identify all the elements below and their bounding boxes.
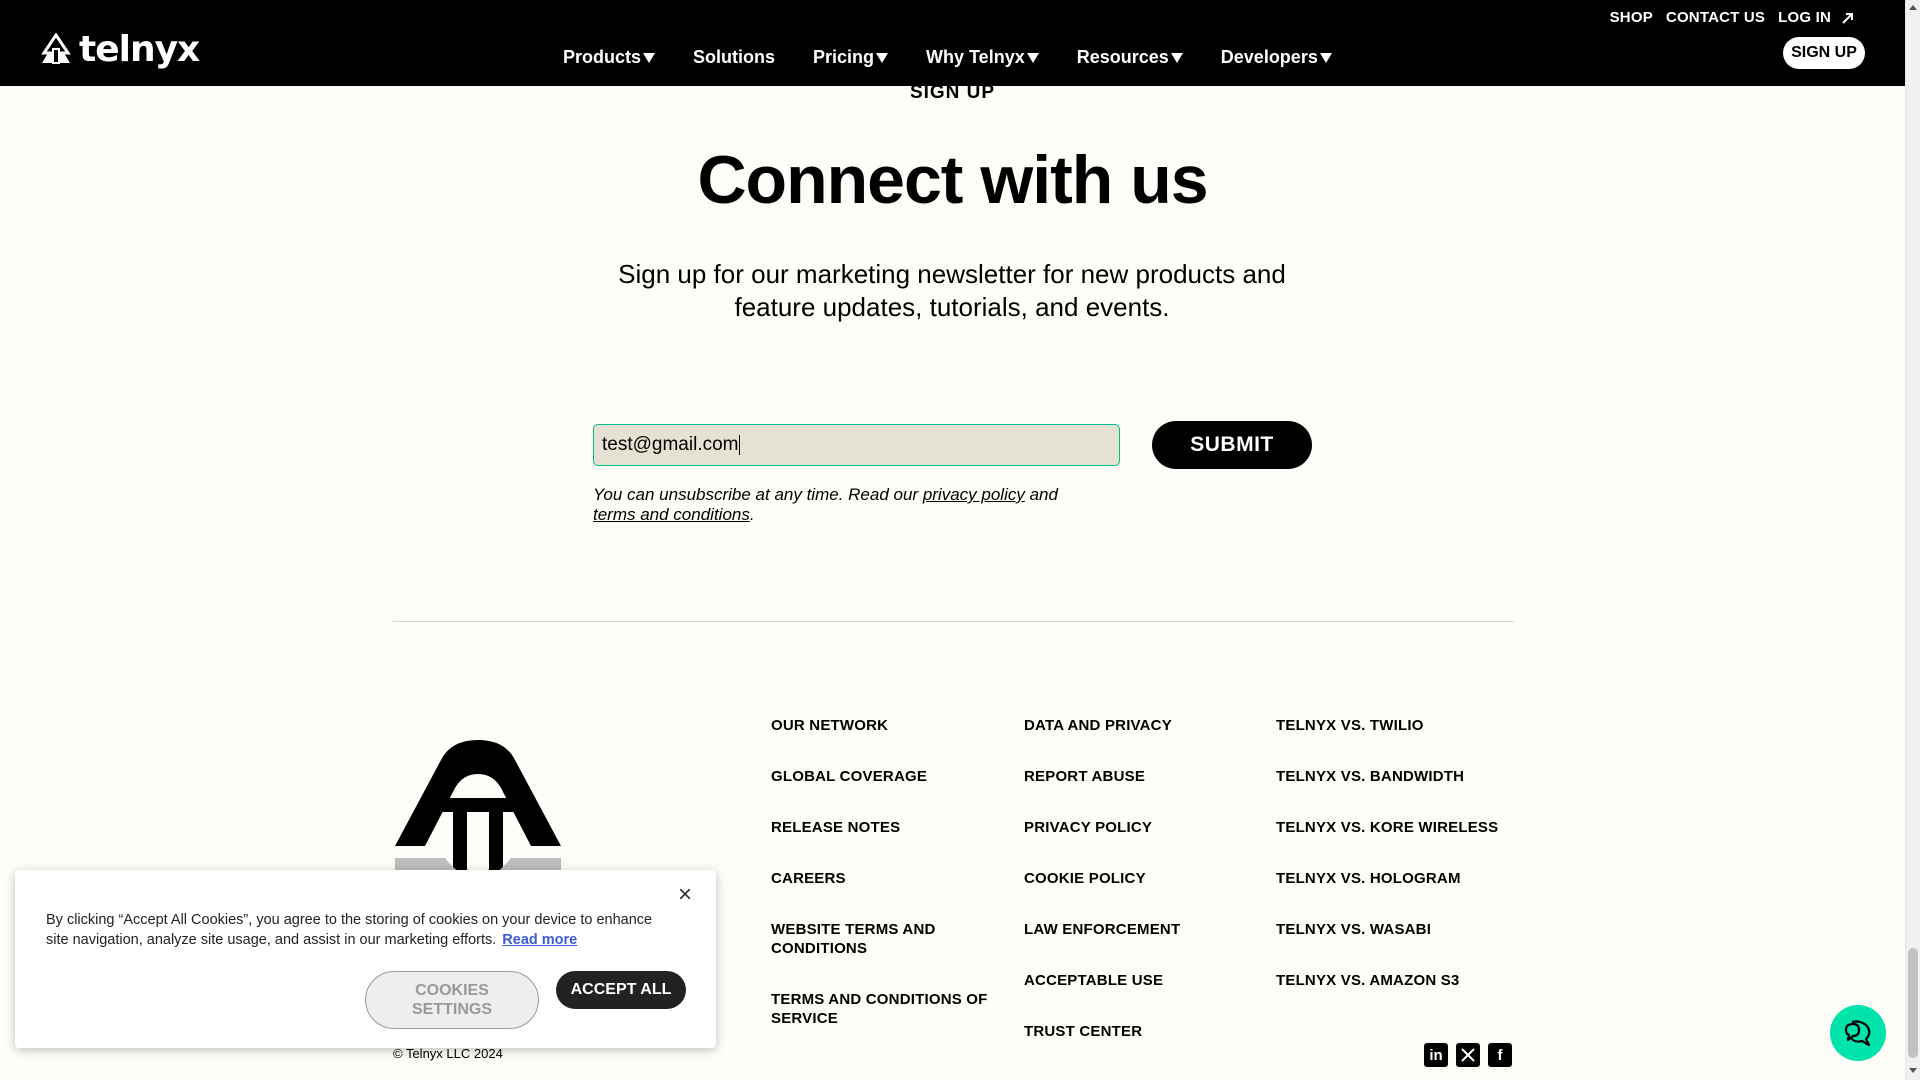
main-nav: Products Solutions Pricing Why Telnyx Re… [563, 46, 1332, 68]
section-eyebrow: SIGN UP [909, 82, 996, 103]
privacy-policy-link[interactable]: privacy policy [923, 485, 1025, 504]
copyright-text: © Telnyx LLC 2024 [393, 1046, 503, 1061]
close-icon[interactable]: × [675, 883, 695, 907]
footer-link[interactable]: OUR NETWORK [771, 716, 888, 735]
telnyx-logo-icon [41, 33, 71, 64]
footer-link[interactable]: TELNYX VS. BANDWIDTH [1276, 767, 1464, 786]
nav-why-telnyx-label: Why Telnyx [926, 46, 1025, 67]
social-links: in f [1424, 1043, 1512, 1067]
nav-products-label: Products [563, 46, 642, 67]
text-cursor [738, 434, 740, 455]
header-signup-button[interactable]: SIGN UP [1783, 37, 1865, 69]
telnyx-logo[interactable]: telnyx [39, 29, 200, 70]
facebook-icon[interactable]: f [1488, 1043, 1512, 1067]
site-header: telnyx SHOP CONTACT US LOG IN Products S… [0, 0, 1905, 86]
footer-link[interactable]: GLOBAL COVERAGE [771, 767, 927, 786]
email-input-value: test@gmail.com [602, 434, 739, 455]
nav-developers-label: Developers [1220, 46, 1318, 67]
section-subhead: Sign up for our marketing newsletter for… [618, 259, 1286, 322]
utility-nav: SHOP CONTACT US LOG IN [1610, 9, 1855, 26]
caret-down-icon [1319, 53, 1332, 63]
footer-link[interactable]: TERMS AND CONDITIONS OF SERVICE [771, 990, 1001, 1028]
footer-link[interactable]: TELNYX VS. KORE WIRELESS [1276, 818, 1498, 837]
caret-down-icon [1026, 53, 1039, 63]
nav-why-telnyx[interactable]: Why Telnyx [926, 46, 1039, 68]
footer-link[interactable]: CAREERS [771, 869, 846, 888]
footer-link[interactable]: COOKIE POLICY [1024, 869, 1146, 888]
page-scrollbar[interactable] [1905, 0, 1920, 1080]
footer-logo-icon [395, 740, 561, 886]
login-label: LOG IN [1778, 9, 1831, 26]
arrow-up-right-icon [1842, 12, 1853, 24]
cookies-settings-button[interactable]: COOKIES SETTINGS [365, 971, 539, 1029]
cookie-banner: × By clicking “Accept All Cookies”, you … [15, 870, 716, 1048]
footer-link[interactable]: REPORT ABUSE [1024, 767, 1145, 786]
cookie-message: By clicking “Accept All Cookies”, you ag… [46, 910, 676, 950]
section-divider [393, 621, 1514, 622]
chat-bubbles-icon [1844, 1020, 1871, 1047]
nav-resources-label: Resources [1076, 46, 1169, 67]
caret-down-icon [1170, 53, 1183, 63]
footer-link[interactable]: PRIVACY POLICY [1024, 818, 1152, 837]
footer-link[interactable]: TELNYX VS. AMAZON S3 [1276, 971, 1459, 990]
linkedin-icon[interactable]: in [1424, 1043, 1448, 1067]
disclaimer-mid: and [1024, 485, 1058, 504]
caret-down-icon [876, 53, 889, 63]
contact-us-link[interactable]: CONTACT US [1666, 9, 1765, 26]
footer-link[interactable]: TELNYX VS. WASABI [1276, 920, 1431, 939]
footer-link[interactable]: TRUST CENTER [1024, 1022, 1142, 1041]
disclaimer-prefix: You can unsubscribe at any time. Read ou… [593, 485, 923, 504]
chat-button[interactable] [1830, 1005, 1886, 1061]
nav-resources[interactable]: Resources [1077, 46, 1183, 68]
accept-all-button[interactable]: ACCEPT ALL [556, 971, 686, 1009]
nav-products[interactable]: Products [563, 46, 656, 68]
terms-link[interactable]: terms and conditions [593, 505, 750, 524]
nav-solutions-label: Solutions [693, 46, 776, 67]
nav-solutions[interactable]: Solutions [693, 46, 775, 68]
scrollbar-thumb[interactable] [1908, 948, 1918, 1058]
footer-link[interactable]: WEBSITE TERMS AND CONDITIONS [771, 920, 971, 958]
footer-link[interactable]: TELNYX VS. TWILIO [1276, 716, 1424, 735]
scroll-down-icon[interactable] [1909, 1068, 1917, 1073]
footer-link[interactable]: DATA AND PRIVACY [1024, 716, 1172, 735]
shop-link[interactable]: SHOP [1610, 9, 1653, 26]
disclaimer-suffix: . [749, 505, 755, 524]
submit-button[interactable]: SUBMIT [1152, 421, 1312, 469]
unsubscribe-disclaimer: You can unsubscribe at any time. Read ou… [593, 485, 1093, 525]
section-headline: Connect with us [697, 142, 1208, 218]
cookies-settings-label: COOKIES SETTINGS [411, 982, 492, 1018]
x-icon[interactable] [1456, 1043, 1480, 1067]
footer-link[interactable]: RELEASE NOTES [771, 818, 900, 837]
nav-pricing[interactable]: Pricing [813, 46, 889, 68]
nav-pricing-label: Pricing [813, 46, 875, 67]
footer-link[interactable]: ACCEPTABLE USE [1024, 971, 1163, 990]
caret-down-icon [643, 53, 656, 63]
nav-developers[interactable]: Developers [1221, 46, 1332, 68]
email-input[interactable]: test@gmail.com [593, 424, 1120, 466]
footer-link[interactable]: TELNYX VS. HOLOGRAM [1276, 869, 1461, 888]
read-more-link[interactable]: Read more [502, 932, 577, 948]
logo-wordmark: telnyx [79, 29, 200, 70]
scroll-up-icon[interactable] [1909, 5, 1917, 10]
login-link[interactable]: LOG IN [1778, 9, 1855, 26]
footer-link[interactable]: LAW ENFORCEMENT [1024, 920, 1180, 939]
